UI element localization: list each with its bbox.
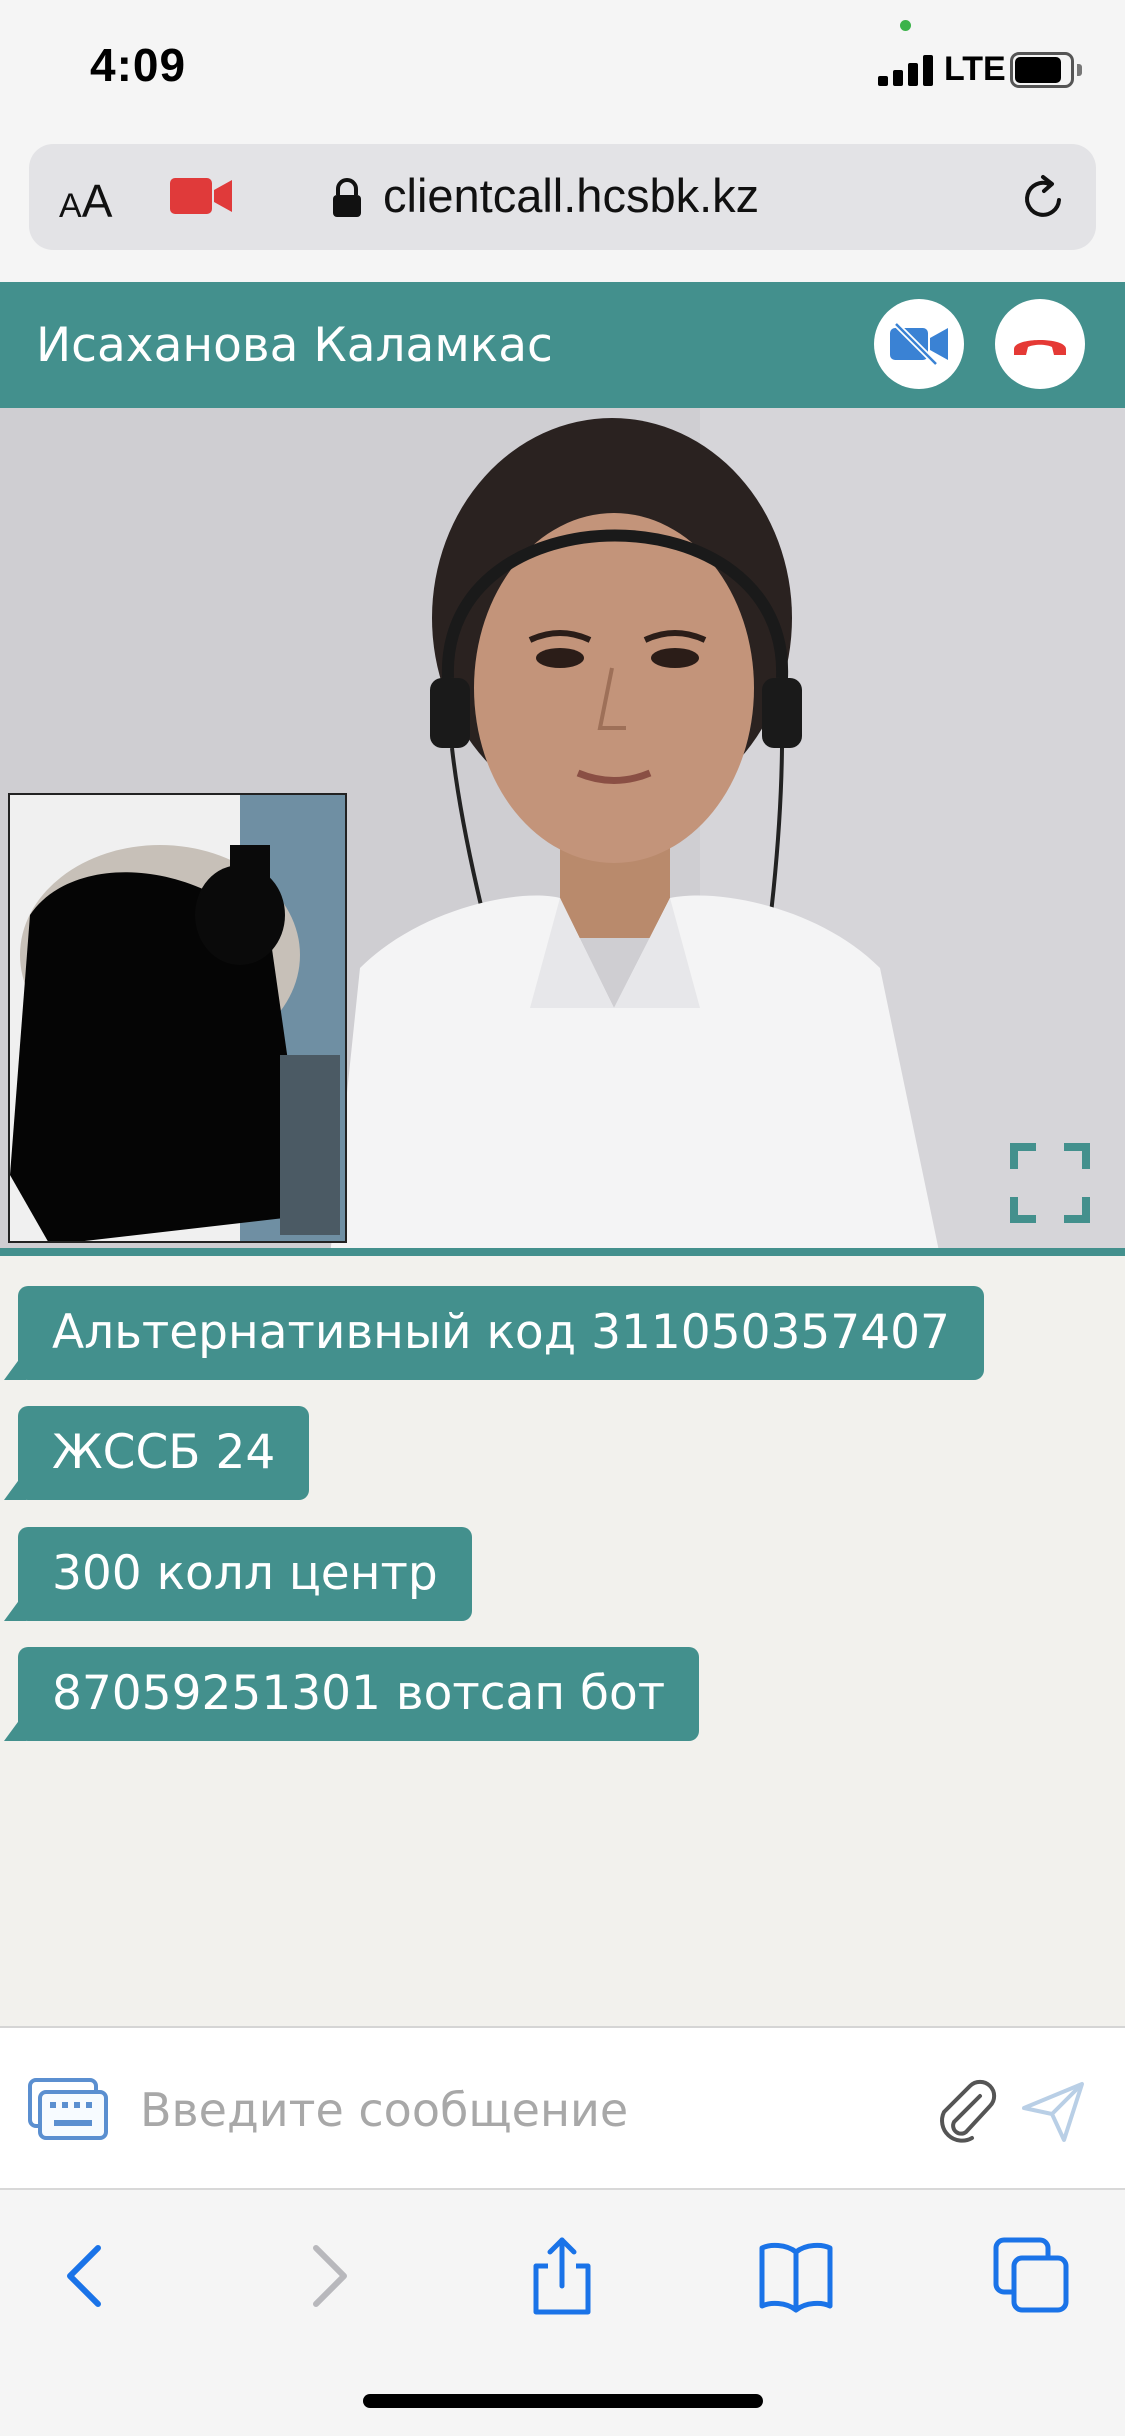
status-time: 4:09 [90,39,187,91]
self-view-video[interactable] [8,793,347,1243]
message-composer [0,2026,1125,2188]
text-size-button[interactable]: AA [59,174,112,228]
bookmarks-icon[interactable] [756,2236,836,2316]
reload-icon[interactable] [1019,174,1069,224]
privacy-indicator-dot [900,20,911,31]
video-off-icon [890,322,948,366]
url-text[interactable]: clientcall.hcsbk.kz [383,168,759,223]
lock-icon [333,178,361,217]
send-icon[interactable] [1020,2078,1086,2144]
chat-message: 300 колл центр [4,1527,472,1621]
back-icon[interactable] [46,2236,126,2316]
home-indicator [363,2394,763,2408]
hangup-icon [1014,340,1066,355]
self-view-frame [10,795,345,1241]
hangup-button[interactable] [995,299,1085,389]
chat-messages: Альтернативный код 311050357407 ЖССБ 24 … [0,1256,1125,2026]
attach-icon[interactable] [930,2076,1000,2146]
battery-icon [1010,52,1082,88]
call-header: Исаханова Каламкас [0,282,1125,408]
camera-recording-icon[interactable] [170,176,234,216]
tabs-icon[interactable] [992,2236,1072,2316]
share-icon[interactable] [522,2236,602,2316]
video-off-button[interactable] [874,299,964,389]
forward-icon[interactable] [288,2236,368,2316]
caller-name: Исаханова Каламкас [36,318,553,373]
chat-message: 87059251301 вотсап бот [3,1647,700,1741]
chat-message: Альтернативный код 311050357407 [4,1286,984,1380]
status-bar: 4:09 LTE [0,0,1125,140]
fullscreen-icon[interactable] [1010,1143,1090,1223]
chat-message: ЖССБ 24 [3,1406,310,1500]
address-bar[interactable]: AA clientcall.hcsbk.kz [29,144,1096,250]
keyboard-icon[interactable] [28,2078,108,2142]
signal-icon [878,54,936,86]
network-type: LTE [944,50,1006,88]
message-input[interactable] [140,2068,900,2152]
browser-address-area: AA clientcall.hcsbk.kz [0,140,1125,282]
video-divider [0,1248,1125,1256]
